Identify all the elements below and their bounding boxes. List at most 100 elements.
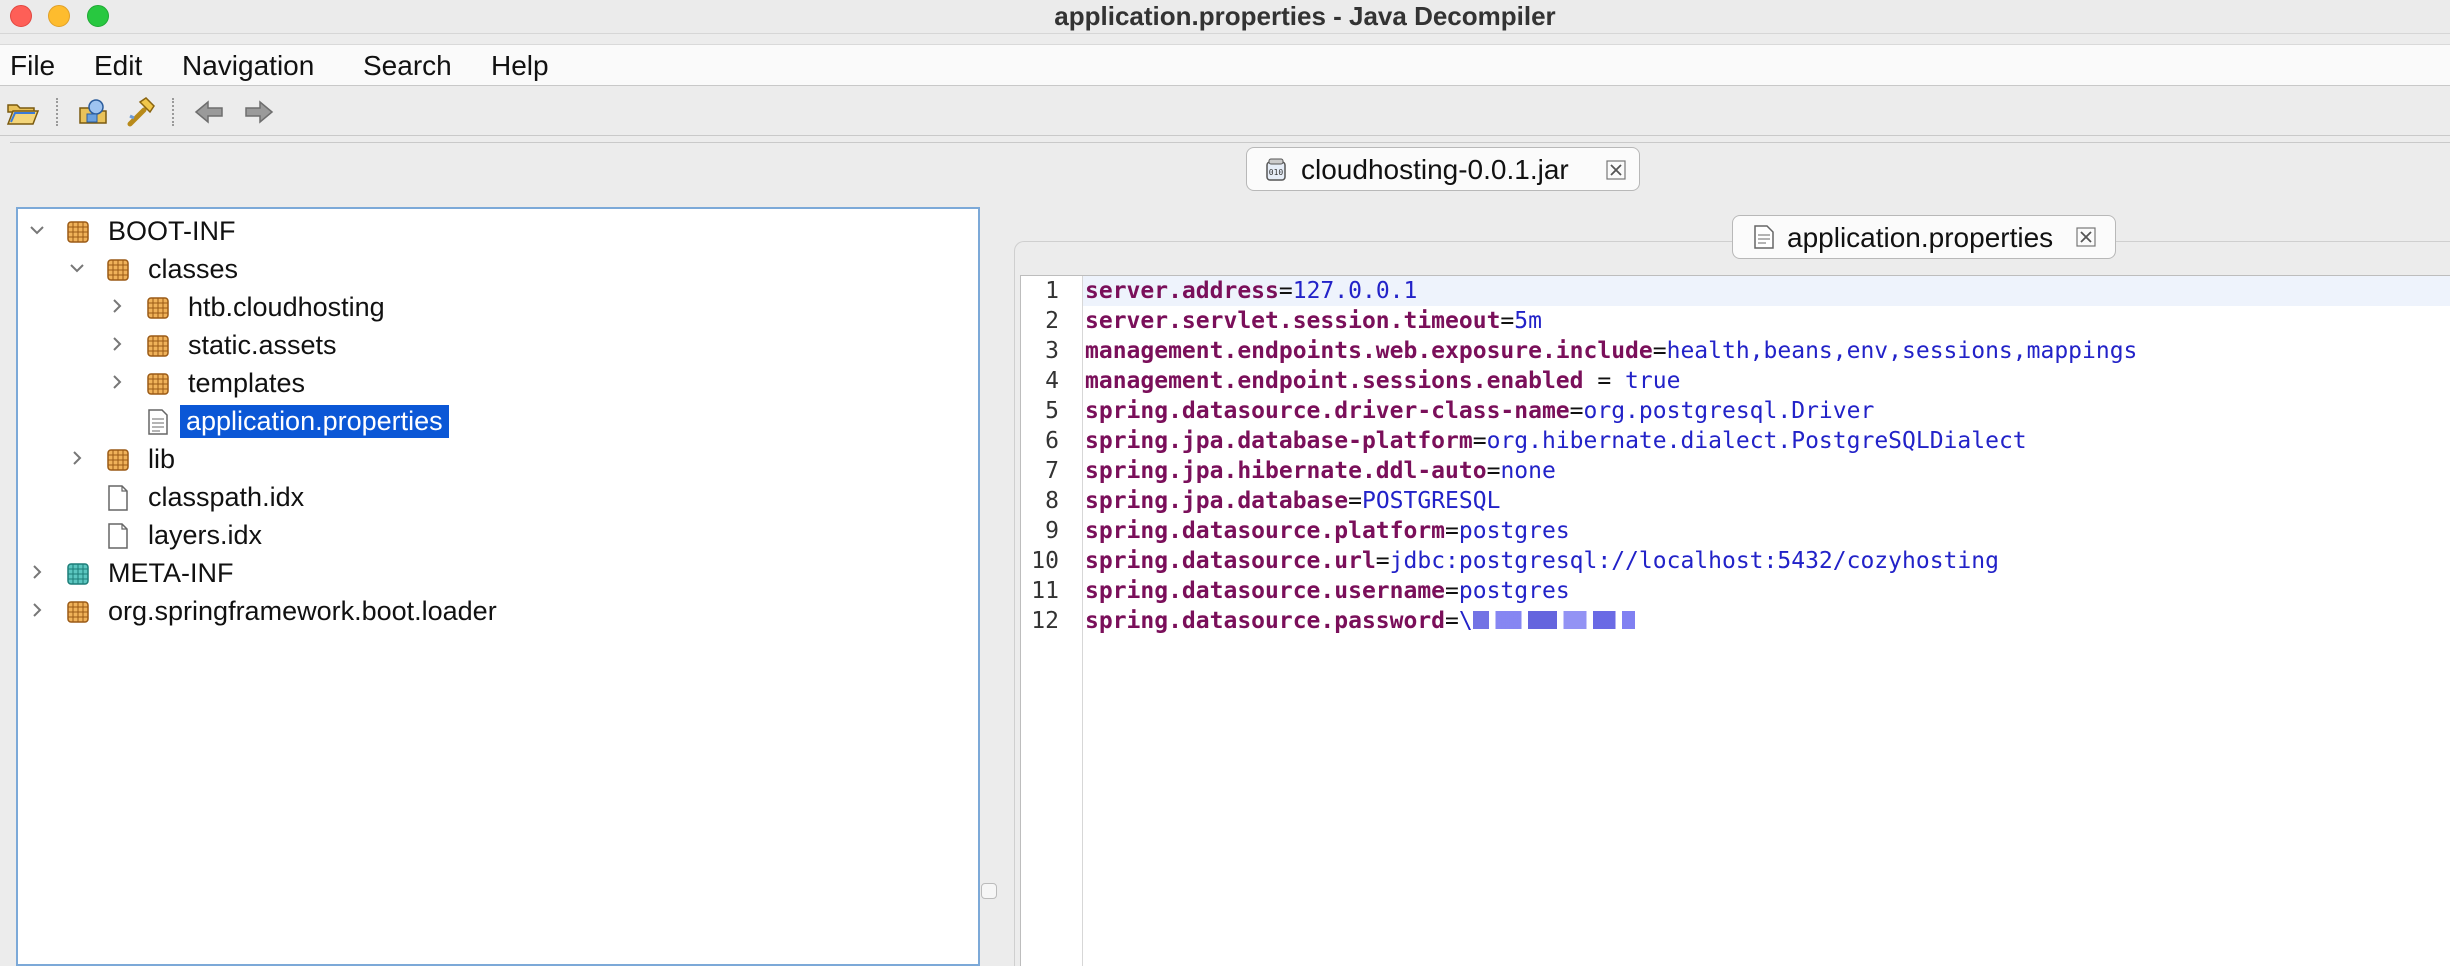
property-key: server.address (1085, 278, 1279, 304)
property-value: 127.0.0.1 (1292, 278, 1418, 304)
line-number: 8 (1045, 488, 1059, 514)
property-value: health,beans,env,sessions,mappings (1666, 338, 2138, 364)
code-line: spring.datasource.url=jdbc:postgresql://… (1085, 548, 1999, 574)
tree-node-layers-idx[interactable]: layers.idx (18, 517, 978, 553)
line-number: 4 (1045, 368, 1059, 394)
tree-node-label: static.assets (188, 330, 337, 360)
line-number: 5 (1045, 398, 1059, 424)
tree-node-htb-cloudhosting[interactable]: htb.cloudhosting (18, 289, 978, 325)
property-separator: = (1375, 548, 1390, 574)
property-value: org.hibernate.dialect.PostgreSQLDialect (1486, 428, 2027, 454)
chevron-right-icon[interactable] (26, 561, 48, 583)
tree-node-label: classpath.idx (148, 482, 305, 512)
property-value: POSTGRESQL (1361, 488, 1501, 514)
tree-node-label: classes (148, 254, 239, 284)
menu-search[interactable]: Search (363, 50, 452, 82)
split-pane-divider[interactable] (980, 207, 998, 966)
window-title: application.properties - Java Decompiler (1054, 1, 1556, 31)
tree-node-meta-inf[interactable]: META-INF (18, 555, 978, 591)
property-key: spring.jpa.database (1085, 488, 1349, 514)
code-editor[interactable]: 1 server.address=127.0.0.1 2 server.serv… (1020, 275, 2450, 966)
menu-help[interactable]: Help (491, 50, 549, 82)
chevron-down-icon[interactable] (26, 219, 48, 241)
property-separator: = (1278, 278, 1293, 304)
property-value: true (1625, 368, 1681, 394)
tree-node-label: org.springframework.boot.loader (108, 596, 497, 626)
package-icon (106, 258, 130, 282)
property-value: jdbc:postgresql://localhost:5432/cozyhos… (1389, 548, 1999, 574)
tree-node-lib[interactable]: lib (18, 441, 978, 477)
tree-node-boot-inf[interactable]: BOOT-INF (18, 213, 978, 249)
divider-handle[interactable] (981, 883, 997, 899)
jar-file-icon: 010 (1265, 158, 1287, 182)
property-separator: = (1486, 458, 1501, 484)
svg-text:010: 010 (1269, 168, 1284, 177)
package-icon (66, 220, 90, 244)
line-number: 2 (1045, 308, 1059, 334)
code-line: server.servlet.session.timeout=5m (1085, 308, 1542, 334)
close-tab-icon[interactable] (1605, 159, 1627, 181)
property-separator: = (1500, 308, 1515, 334)
property-key: spring.datasource.username (1085, 578, 1446, 604)
open-type-icon[interactable] (76, 96, 110, 128)
code-line: spring.datasource.username=postgres (1085, 578, 1570, 604)
forward-arrow-icon[interactable] (242, 96, 276, 128)
toolbar-separator (56, 98, 58, 126)
code-line: spring.datasource.driver-class-name=org.… (1085, 398, 1874, 424)
chevron-right-icon[interactable] (106, 295, 128, 317)
jar-tab-label: cloudhosting-0.0.1.jar (1301, 154, 1569, 185)
toolbar-separator (172, 98, 174, 126)
menu-edit[interactable]: Edit (94, 50, 142, 82)
close-tab-icon[interactable] (2075, 226, 2097, 248)
property-key: spring.datasource.password (1085, 608, 1446, 634)
property-separator: = (1348, 488, 1362, 514)
property-separator: = (1445, 608, 1459, 634)
file-icon (106, 484, 130, 511)
chevron-down-icon[interactable] (66, 257, 88, 279)
line-number: 3 (1045, 338, 1059, 364)
folder-package-icon (66, 562, 90, 586)
property-separator: = (1652, 338, 1667, 364)
package-icon (146, 296, 170, 320)
package-tree[interactable]: BOOT-INF classes htb.cloudhosting static… (16, 207, 980, 966)
code-line: spring.jpa.hibernate.ddl-auto=none (1085, 458, 1556, 484)
property-separator: = (1583, 368, 1626, 394)
file-icon (106, 522, 130, 549)
chevron-right-icon[interactable] (106, 371, 128, 393)
property-key: spring.jpa.hibernate.ddl-auto (1085, 458, 1487, 484)
property-key: spring.datasource.driver-class-name (1085, 398, 1570, 424)
property-key: spring.datasource.platform (1085, 518, 1446, 544)
open-file-icon[interactable] (6, 96, 40, 128)
menu-file[interactable]: File (10, 50, 55, 82)
chevron-right-icon[interactable] (26, 599, 48, 621)
tree-node-classes[interactable]: classes (18, 251, 978, 287)
jar-tab[interactable]: 010 cloudhosting-0.0.1.jar (1246, 147, 1640, 191)
property-value: postgres (1458, 578, 1570, 604)
properties-file-icon (1753, 224, 1775, 250)
chevron-right-icon[interactable] (66, 447, 88, 469)
tree-node-label: templates (188, 368, 306, 398)
package-icon (66, 600, 90, 624)
tree-node-classpath-idx[interactable]: classpath.idx (18, 479, 978, 515)
tree-node-application-properties[interactable]: application.properties (18, 403, 978, 439)
tree-node-label: application.properties (180, 405, 449, 438)
chevron-right-icon[interactable] (106, 333, 128, 355)
property-key: management.endpoints.web.exposure.includ… (1085, 338, 1653, 364)
tree-node-org-springframework-boot-loader[interactable]: org.springframework.boot.loader (18, 593, 978, 629)
package-icon (106, 448, 130, 472)
back-arrow-icon[interactable] (192, 96, 226, 128)
jar-tab-strip: 010 cloudhosting-0.0.1.jar (10, 142, 2450, 194)
line-number: 7 (1045, 458, 1059, 484)
tree-node-static-assets[interactable]: static.assets (18, 327, 978, 363)
package-icon (146, 372, 170, 396)
menu-bar: File Edit Navigation Search Help (0, 44, 2450, 86)
search-icon[interactable] (124, 96, 158, 128)
menu-navigation[interactable]: Navigation (182, 50, 314, 82)
line-number: 10 (1031, 548, 1059, 574)
tree-node-templates[interactable]: templates (18, 365, 978, 401)
redacted-password (1472, 610, 1635, 629)
line-number: 11 (1031, 578, 1059, 604)
editor-tab-application-properties[interactable]: application.properties (1732, 215, 2116, 259)
tree-node-label: META-INF (108, 558, 234, 588)
toolbar (0, 88, 2450, 136)
